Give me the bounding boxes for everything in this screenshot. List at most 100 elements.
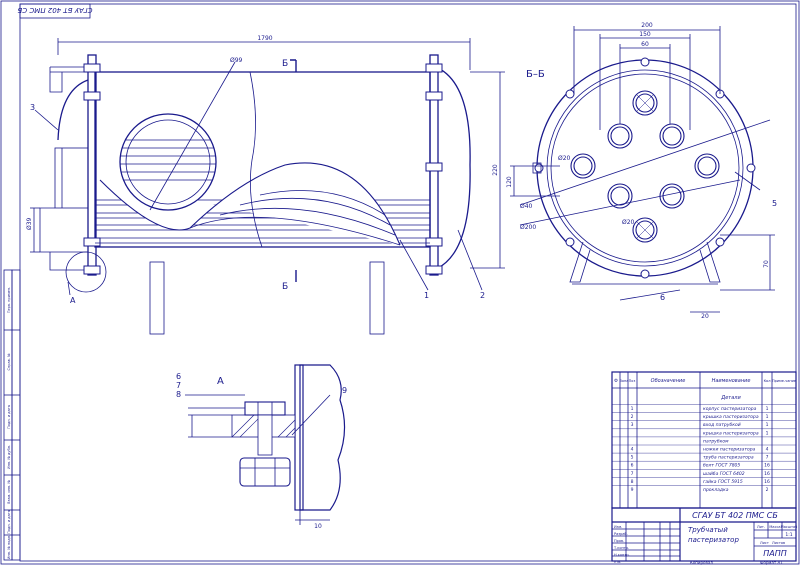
detail-flange	[294, 364, 304, 511]
section-mark-bottom: Б	[282, 282, 288, 292]
spec-h-fmt: Ф	[614, 378, 618, 383]
leg-1	[149, 261, 165, 335]
callout-5: 5	[772, 199, 777, 208]
dim-d200: Ø200	[520, 224, 536, 231]
side-strip-label: Перв. примен.	[7, 287, 11, 313]
detail-nut	[239, 457, 291, 487]
title-code: СГАУ БТ 402 ПМС СБ	[692, 511, 778, 520]
spec-row-name: шайба ГОСТ 6402	[703, 471, 745, 477]
callout-6: 6	[660, 293, 665, 302]
spec-row-qty: 1	[766, 414, 769, 420]
dim-10: 10	[314, 523, 322, 530]
callout-2: 2	[480, 291, 485, 300]
spec-row-pos: 7	[631, 471, 634, 477]
spec-row-qty: 16	[764, 479, 770, 485]
spec-row-name: прокладка	[703, 488, 729, 493]
section-view	[510, 26, 775, 313]
spec-row-qty: 2	[766, 487, 769, 493]
tb-row-label: Изм.	[614, 525, 622, 529]
title-name-2: пастеризатор	[688, 536, 739, 544]
stamp-rotated: СГАУ БТ 402 ПМС СБ	[17, 6, 92, 14]
spec-h-pos: Поз	[629, 379, 636, 383]
tb-row-label: Утв.	[614, 560, 621, 564]
spec-row-qty: 4	[766, 447, 769, 453]
detail-callout-7: 7	[176, 381, 181, 390]
spec-h-note: Приме-чание	[772, 379, 796, 383]
section-inner-shell	[546, 69, 744, 267]
spec-section: Детали	[720, 395, 741, 401]
tb-row-label: Т.контр.	[613, 546, 629, 550]
detail-title: А	[217, 376, 224, 387]
section-mark-top: Б	[282, 59, 288, 69]
detail-callout-8: 8	[176, 390, 181, 399]
side-strip-label: Подп. и дата	[7, 405, 11, 429]
detail-bolt-head	[244, 401, 286, 416]
drawing-sheet: СГАУ БТ 402 ПМС СБ 1790 220 Ø99 Ø39 Б Б …	[0, 0, 800, 565]
tb-scale: Масштаб	[781, 525, 798, 529]
break-line	[249, 71, 263, 248]
tb-org: ПАПП	[763, 549, 787, 558]
side-strip-label: Подп. и дата	[7, 510, 11, 534]
tb-row-label: Н.контр.	[614, 553, 630, 557]
spec-row-name: гайка ГОСТ 5915	[703, 479, 743, 485]
dim-length: 1790	[257, 35, 272, 42]
spec-row-pos: 9	[631, 487, 634, 493]
tb-row-label: Разраб.	[614, 532, 628, 536]
sheet-border	[0, 0, 800, 565]
spec-row-pos: 5	[631, 455, 634, 461]
spec-row-qty: 1	[766, 422, 769, 428]
tb-sheets: Листов	[772, 541, 785, 545]
section-tubes	[570, 90, 720, 243]
spec-row-name: вход патрубкой	[703, 422, 741, 428]
leg-2	[369, 261, 385, 335]
section-title: Б–Б	[526, 69, 545, 80]
spec-row-pos: 1	[631, 406, 634, 412]
main-view	[30, 38, 505, 335]
tb-scale-value: 1:1	[785, 532, 792, 538]
dim-150: 150	[639, 31, 651, 38]
inlet-pipe	[54, 147, 89, 209]
dim-d20a: Ø20	[558, 155, 571, 162]
dim-20: 20	[701, 313, 709, 320]
spec-row-pos: 4	[631, 447, 634, 453]
spec-h-zone: Зона	[620, 379, 629, 383]
spec-row-name: крышка пастеризатора	[703, 431, 759, 436]
spec-row-pos: 2	[631, 414, 634, 420]
spec-row-qty: 16	[764, 463, 770, 469]
tb-copied: Копировал	[690, 560, 713, 565]
spec-row-name: корпус пастеризатора	[703, 407, 757, 412]
spec-row-pos: 3	[631, 422, 634, 428]
right-cap	[437, 67, 471, 269]
detail-shell-wall	[299, 364, 346, 511]
dim-d40: Ø40	[520, 203, 533, 210]
spec-row-qty: 7	[766, 455, 769, 461]
spec-row-qty: 1	[766, 430, 769, 436]
tb-format: Формат A1	[760, 560, 783, 565]
tb-mass: Масса	[769, 525, 780, 529]
side-strip-label: Инв. № подл.	[7, 535, 11, 559]
dim-d20b: Ø20	[622, 219, 635, 226]
side-strip-label: Справ. №	[7, 353, 11, 370]
spec-row-name: ножки пастеризатора	[703, 448, 756, 453]
dim-inlet: Ø39	[26, 217, 33, 230]
callout-1: 1	[424, 291, 429, 300]
dim-height: 220	[492, 164, 499, 176]
spec-row-name: крышка пастеризатора	[703, 415, 759, 420]
spec-h-name: Наименование	[712, 378, 751, 384]
spec-row-pos: 6	[631, 463, 634, 469]
callout-A: А	[70, 296, 76, 305]
title-name-1: Трубчатый	[688, 526, 728, 534]
tb-lit: Лит.	[757, 525, 765, 529]
detail-bolt-shank	[257, 414, 273, 456]
callout-3: 3	[30, 103, 35, 112]
tb-sheet: Лист	[760, 541, 769, 545]
dim-70: 70	[763, 260, 770, 268]
spec-row-name: болт ГОСТ 7805	[703, 463, 740, 469]
tube-bundle-circle	[119, 113, 217, 211]
spec-row-qty: 16	[764, 471, 770, 477]
dim-200: 200	[641, 22, 653, 29]
detail-callout-6: 6	[176, 372, 181, 381]
tb-row-label: Пров.	[614, 539, 624, 543]
left-cap	[57, 79, 89, 141]
dim-pipe: Ø99	[230, 57, 243, 64]
